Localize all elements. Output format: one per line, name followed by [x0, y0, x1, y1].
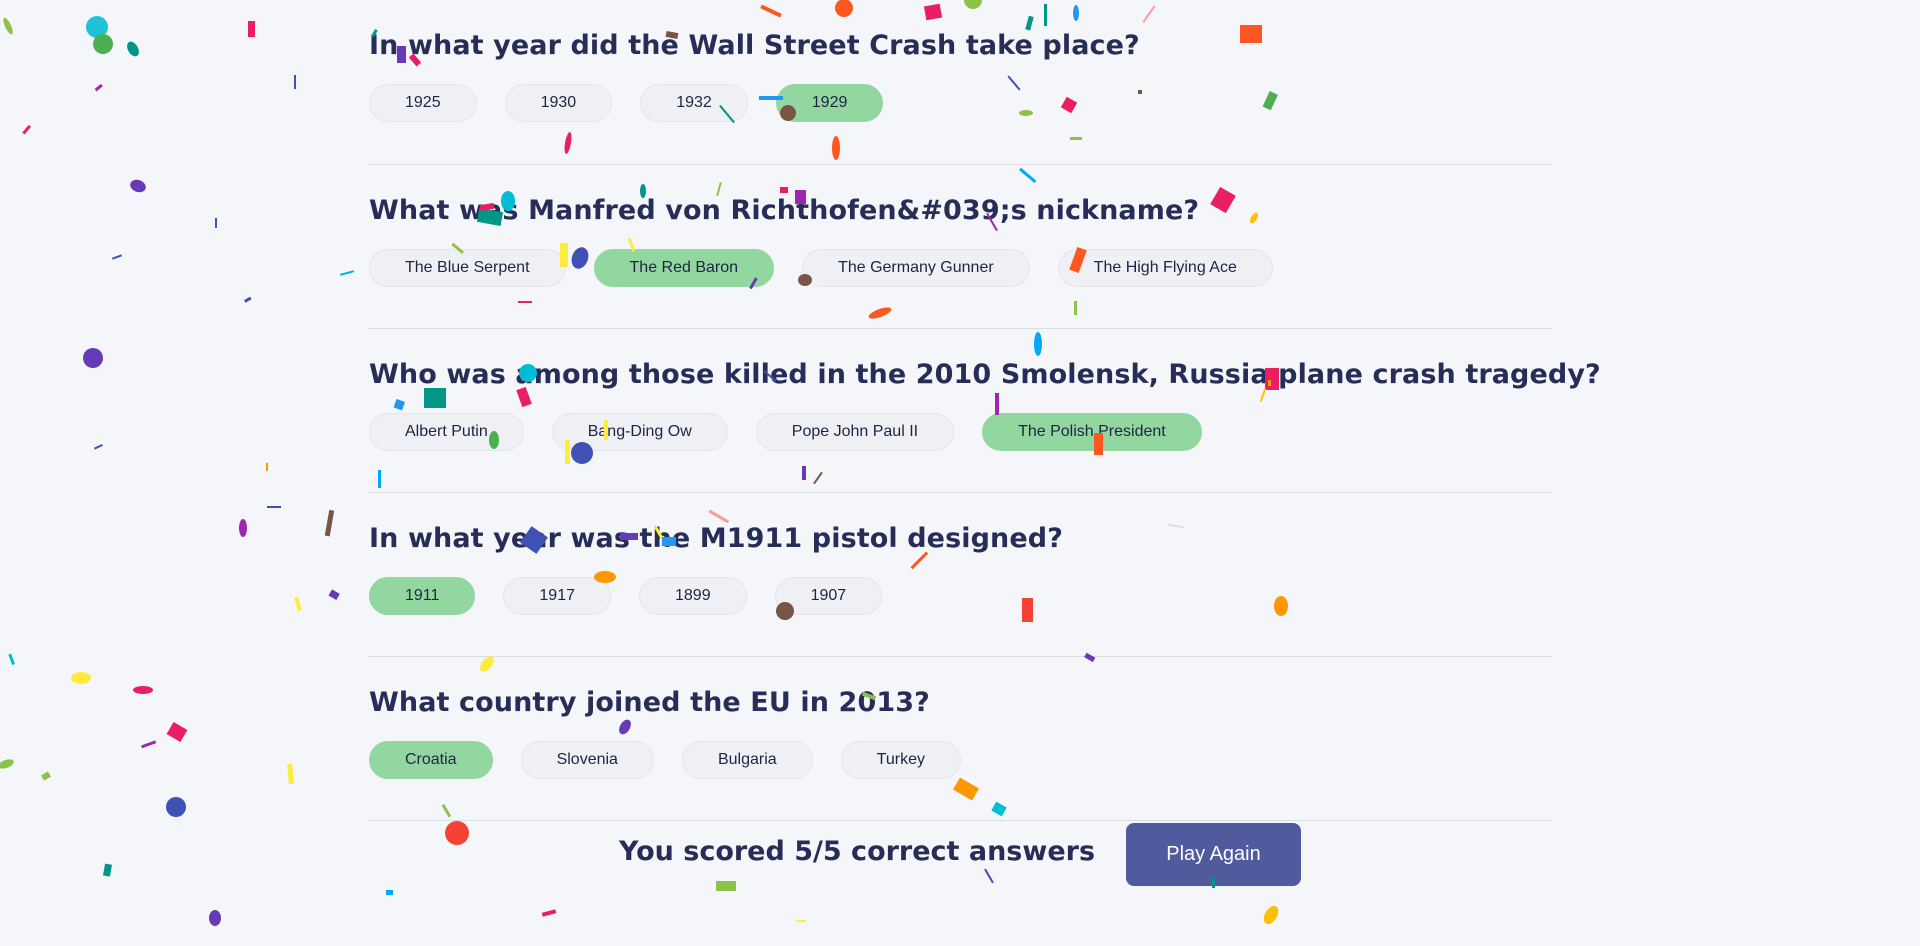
answer-option[interactable]: Albert Putin	[369, 413, 524, 451]
answer-option[interactable]: 1932	[640, 84, 748, 122]
confetti-piece	[796, 920, 806, 922]
confetti-piece	[166, 721, 188, 743]
confetti-piece	[287, 763, 294, 785]
confetti-piece	[133, 686, 153, 694]
confetti-piece	[93, 443, 103, 450]
answer-option[interactable]: Slovenia	[520, 741, 654, 779]
question-block: Who was among those killed in the 2010 S…	[369, 329, 1601, 493]
answer-options: 1925 1930 1932 1929	[369, 84, 884, 122]
confetti-piece	[111, 254, 123, 260]
confetti-piece	[93, 34, 113, 54]
score-text: You scored 5/5 correct answers	[619, 836, 1096, 867]
answer-option[interactable]: 1899	[639, 577, 747, 615]
confetti-piece	[1263, 905, 1279, 925]
confetti-piece	[541, 909, 557, 917]
answer-option[interactable]: 1911	[369, 577, 476, 615]
question-block: In what year was the M1911 pistol design…	[369, 493, 1551, 657]
quiz-page: In what year did the Wall Street Crash t…	[0, 0, 1920, 946]
confetti-piece	[294, 75, 296, 89]
confetti-piece	[41, 771, 51, 781]
confetti-piece	[94, 83, 103, 92]
confetti-piece	[248, 21, 255, 37]
answer-option[interactable]: The High Flying Ace	[1057, 249, 1273, 287]
answer-option[interactable]: Pope John Paul II	[755, 413, 955, 451]
confetti-piece	[3, 17, 13, 35]
answer-option[interactable]: The Red Baron	[593, 249, 775, 287]
question-title: In what year did the Wall Street Crash t…	[369, 30, 1140, 61]
answer-option[interactable]: 1929	[775, 84, 884, 122]
confetti-piece	[215, 218, 217, 228]
confetti-piece	[0, 759, 14, 769]
answer-option[interactable]: The Polish President	[982, 413, 1202, 451]
answer-option[interactable]: Bang-Ding Ow	[551, 413, 728, 451]
question-title: What was Manfred von Richthofen&#039;s n…	[369, 195, 1200, 226]
result-bar: You scored 5/5 correct answers Play Agai…	[0, 822, 1920, 888]
answer-option[interactable]: 1917	[503, 577, 611, 615]
play-again-button[interactable]: Play Again	[1126, 823, 1301, 886]
answer-option[interactable]: 1930	[504, 84, 613, 122]
confetti-piece	[86, 16, 108, 38]
confetti-piece	[141, 740, 157, 749]
confetti-piece	[324, 509, 335, 537]
confetti-piece	[83, 348, 103, 368]
confetti-piece	[328, 589, 340, 600]
question-title: Who was among those killed in the 2010 S…	[369, 359, 1601, 390]
confetti-piece	[294, 596, 302, 612]
answer-options: Croatia Slovenia Bulgaria Turkey	[369, 741, 961, 779]
answer-option[interactable]: Bulgaria	[681, 741, 813, 779]
confetti-piece	[71, 672, 91, 684]
answer-options: 1911 1917 1899 1907	[369, 577, 883, 615]
confetti-piece	[386, 890, 393, 895]
confetti-piece	[209, 910, 221, 926]
confetti-piece	[267, 506, 281, 508]
answer-option[interactable]: 1907	[774, 577, 883, 615]
confetti-piece	[339, 270, 355, 276]
confetti-piece	[22, 124, 31, 135]
question-title: In what year was the M1911 pistol design…	[369, 523, 1063, 554]
confetti-piece	[166, 797, 186, 817]
answer-option[interactable]: Croatia	[369, 741, 493, 779]
answer-option[interactable]: The Germany Gunner	[802, 249, 1030, 287]
answer-option[interactable]: Turkey	[840, 741, 961, 779]
question-block: In what year did the Wall Street Crash t…	[369, 0, 1551, 165]
confetti-piece	[266, 463, 268, 471]
question-title: What country joined the EU in 2013?	[369, 687, 930, 718]
answer-options: The Blue Serpent The Red Baron The Germa…	[369, 249, 1273, 287]
answer-options: Albert Putin Bang-Ding Ow Pope John Paul…	[369, 413, 1202, 451]
question-block: What country joined the EU in 2013? Croa…	[369, 657, 1551, 821]
question-block: What was Manfred von Richthofen&#039;s n…	[369, 165, 1551, 329]
answer-option[interactable]: 1925	[369, 84, 477, 122]
confetti-piece	[127, 41, 139, 57]
confetti-piece	[130, 179, 146, 193]
confetti-piece	[239, 519, 247, 537]
quiz-questions: In what year did the Wall Street Crash t…	[369, 0, 1601, 821]
confetti-piece	[8, 653, 15, 665]
answer-option[interactable]: The Blue Serpent	[369, 249, 566, 287]
confetti-piece	[244, 296, 252, 303]
